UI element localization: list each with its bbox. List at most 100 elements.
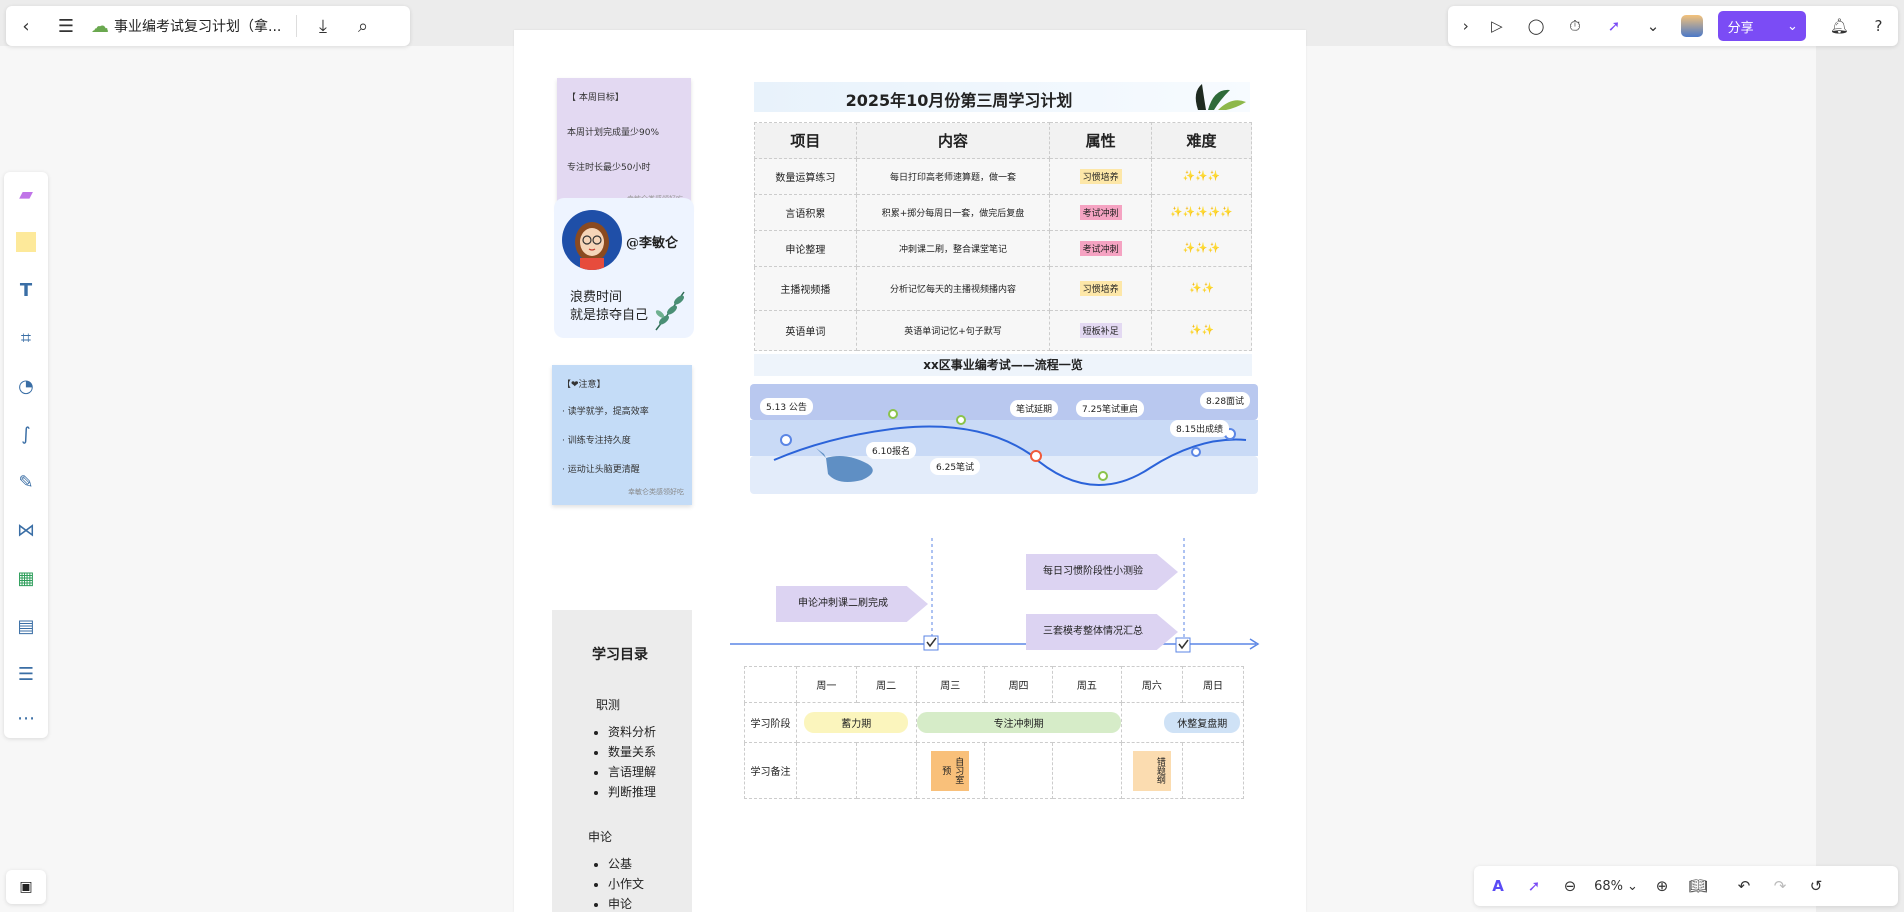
zoom-in-icon: ⊕ <box>1655 877 1669 895</box>
undo-icon: ↶ <box>1737 877 1751 895</box>
table-header: 周一 <box>795 666 857 703</box>
process-label: 6.10报名 <box>866 442 917 459</box>
timer-button[interactable]: ⏱ <box>1555 6 1594 46</box>
laser-button[interactable]: ➚ <box>1595 6 1634 46</box>
timeline-arrow[interactable]: 申论冲刺课二刷完成 <box>776 586 928 622</box>
attention-item: · 训练专注持久度 <box>562 436 631 446</box>
list-item: 判断推理 <box>608 782 656 802</box>
goal-title: 【 本周目标】 <box>567 93 624 103</box>
left-tool-palette: ▰ T ⌗ ◔ ∫ ✎ ⋈ ▦ ▤ ☰ ⋯ <box>4 172 48 738</box>
more-tools-button[interactable]: ⋯ <box>12 704 40 732</box>
more-button[interactable]: ⌄ <box>1634 6 1673 46</box>
plan-title-bar[interactable]: 2025年10月份第三周学习计划 <box>754 82 1250 112</box>
undo-button[interactable]: ↶ <box>1726 868 1762 904</box>
process-title: xx区事业编考试——流程一览 <box>923 358 1083 372</box>
ai-button[interactable]: A <box>1480 868 1516 904</box>
table-cell: 考试冲刺 <box>1049 194 1153 231</box>
catalog-panel[interactable]: 学习目录 职测 资料分析 数量关系 言语理解 判断推理 申论 公基 小作文 申论 <box>552 610 692 912</box>
attention-footer: 幸敏仑类感领好吃 <box>628 488 684 496</box>
reading-mode-button[interactable]: 📖︎ <box>1680 868 1716 904</box>
process-label: 7.25笔试重启 <box>1076 400 1145 417</box>
mini-sticky[interactable]: 自习室预 <box>931 750 970 791</box>
difficulty-cell: ✨✨✨ <box>1151 158 1252 195</box>
list-icon: ☰ <box>17 663 35 685</box>
attention-sticky-note[interactable]: 【❤注意】 · 读学就学，提高效率 · 训练专注持久度 · 运动让头脑更清醒 幸… <box>552 365 692 505</box>
list-item: 申论 <box>608 894 644 912</box>
phase-pill: 休整复盘期 <box>1164 712 1241 733</box>
pen-icon: ✎ <box>18 471 34 493</box>
table-row[interactable]: 学习备注 自习室预 错题纲 <box>744 742 1244 799</box>
process-label: 8.28面试 <box>1200 392 1251 409</box>
avatar[interactable] <box>1673 6 1712 46</box>
share-button[interactable]: 分享 ⌄ <box>1717 11 1806 41</box>
zoom-in-button[interactable]: ⊕ <box>1644 868 1680 904</box>
search-button[interactable]: ⌕ <box>343 6 383 46</box>
table-row[interactable]: 言语积累 积累+掷分每周日一套，做完后复盘 考试冲刺 ✨✨✨✨✨ <box>754 194 1252 231</box>
table-header: 周三 <box>915 666 985 703</box>
table-cell: 主播视频播 <box>754 266 857 311</box>
table-row[interactable]: 主播视频播 分析记忆每天的主播视频播内容 习惯培养 ✨✨ <box>754 266 1252 311</box>
select-tool-button[interactable]: ➚ <box>1516 868 1552 904</box>
history-icon: ↺ <box>1809 877 1823 895</box>
double-chevron-down-icon: ⌄ <box>1646 17 1660 35</box>
table-header-row: 周一 周二 周三 周四 周五 周六 周日 <box>744 666 1244 703</box>
table-row[interactable]: 学习阶段 蓄力期 专注冲刺期 休整复盘期 <box>744 702 1245 743</box>
catalog-section: 申论 <box>588 830 613 844</box>
process-title-bar[interactable]: xx区事业编考试——流程一览 <box>754 354 1252 376</box>
weekly-table[interactable]: 周一 周二 周三 周四 周五 周六 周日 学习阶段 蓄力期 专注冲刺期 休整复盘… <box>744 666 1245 799</box>
table-cell: 每日打印高老师速算题，做一套 <box>855 158 1051 195</box>
pen-tool[interactable]: ✎ <box>12 468 40 496</box>
table-header: 周六 <box>1120 666 1184 703</box>
divider <box>296 15 297 37</box>
back-button[interactable]: ‹ <box>6 6 46 46</box>
goal-sticky-note[interactable]: 【 本周目标】 本周计划完成量少90% 专注时长最少50小时 幸敏仑类感领好吃 <box>557 78 691 210</box>
mindmap-tool[interactable]: ⋈ <box>12 516 40 544</box>
attr-tag: 习惯培养 <box>1079 169 1122 184</box>
shape-icon: ◔ <box>18 375 34 397</box>
table-row[interactable]: 申论整理 冲刺课二刷，整合课堂笔记 考试冲刺 ✨✨✨ <box>754 230 1252 267</box>
text-icon: T <box>19 279 33 301</box>
list-tool[interactable]: ☰ <box>12 660 40 688</box>
zoom-out-button[interactable]: ⊖ <box>1552 868 1588 904</box>
doc-tool[interactable]: ▤ <box>12 612 40 640</box>
sticky-note-tool[interactable] <box>12 228 40 256</box>
mini-sticky[interactable]: 错题纲 <box>1132 750 1171 791</box>
minimap-button[interactable]: ▣ <box>6 870 46 904</box>
redo-icon: ↷ <box>1773 877 1787 895</box>
help-button[interactable]: ? <box>1859 6 1898 46</box>
catalog-list: 资料分析 数量关系 言语理解 判断推理 <box>608 722 656 802</box>
expand-button[interactable]: › <box>1454 6 1477 46</box>
whiteboard-frame[interactable]: 【 本周目标】 本周计划完成量少90% 专注时长最少50小时 幸敏仑类感领好吃 … <box>514 30 1306 912</box>
table-tool[interactable]: ▦ <box>12 564 40 592</box>
table-cell: 习惯培养 <box>1049 266 1153 311</box>
table-row[interactable]: 英语单词 英语单词记忆+句子默写 短板补足 ✨✨ <box>754 310 1252 351</box>
table-cell: 专注冲刺期 <box>915 702 1122 743</box>
doc-title[interactable]: 事业编考试复习计划（拿... <box>114 16 290 36</box>
menu-button[interactable]: ☰ <box>46 6 86 46</box>
download-button[interactable]: ⤓ <box>303 6 343 46</box>
timeline-arrow[interactable]: 三套模考整体情况汇总 <box>1026 614 1178 650</box>
shape-tool[interactable]: ◔ <box>12 372 40 400</box>
plan-table[interactable]: 项目 内容 属性 难度 数量运算练习 每日打印高老师速算题，做一套 习惯培养 ✨… <box>754 122 1252 351</box>
template-tool[interactable]: ▰ <box>12 180 40 208</box>
present-button[interactable]: ▷ <box>1477 6 1516 46</box>
leaf-decoration <box>655 291 685 331</box>
table-header: 难度 <box>1151 122 1252 159</box>
zoom-level[interactable]: 68% ⌄ <box>1588 868 1644 904</box>
top-right-toolbar: › ▷ ◯ ⏱ ➚ ⌄ 分享 ⌄ 🔔︎ ? <box>1448 6 1898 46</box>
profile-card[interactable]: @李敏仑 浪费时间 就是掠夺自己 <box>554 198 694 338</box>
history-button[interactable]: ↺ <box>1798 868 1834 904</box>
timeline-arrow[interactable]: 每日习惯阶段性小测验 <box>1026 554 1178 590</box>
process-diagram[interactable]: 5.13 公告 6.10报名 6.25笔试 笔试延期 7.25笔试重启 8.15… <box>750 384 1258 494</box>
attention-title: 【❤注意】 <box>562 380 606 390</box>
connector-tool[interactable]: ∫ <box>12 420 40 448</box>
frame-tool[interactable]: ⌗ <box>12 324 40 352</box>
notification-button[interactable]: 🔔︎ <box>1820 6 1859 46</box>
list-item: 资料分析 <box>608 722 656 742</box>
text-tool[interactable]: T <box>12 276 40 304</box>
catalog-list: 公基 小作文 申论 <box>608 854 644 912</box>
comment-button[interactable]: ◯ <box>1516 6 1555 46</box>
redo-button[interactable]: ↷ <box>1762 868 1798 904</box>
table-row[interactable]: 数量运算练习 每日打印高老师速算题，做一套 习惯培养 ✨✨✨ <box>754 158 1252 195</box>
table-cell: 分析记忆每天的主播视频播内容 <box>855 266 1051 311</box>
